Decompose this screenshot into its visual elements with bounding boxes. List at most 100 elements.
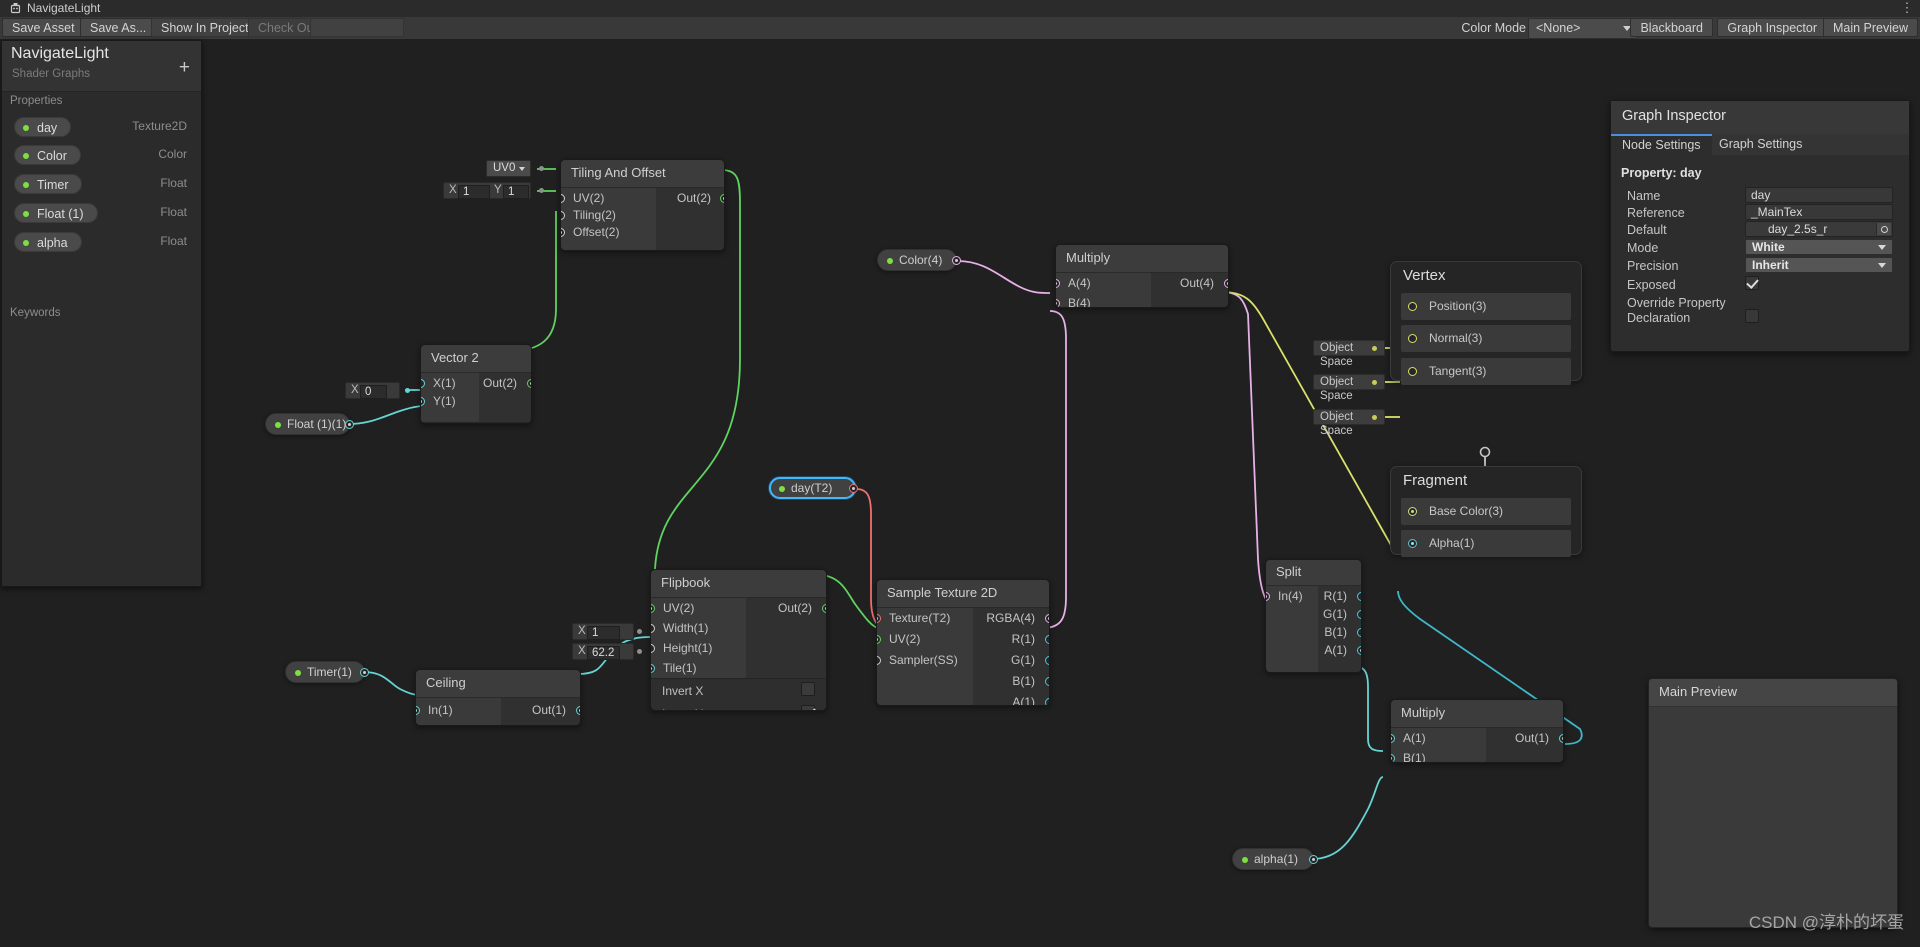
- reference-input[interactable]: _MainTex: [1745, 204, 1893, 220]
- flipbook-width-field[interactable]: 1: [587, 625, 620, 640]
- node-property-timer[interactable]: Timer(1): [285, 661, 369, 683]
- port-out-g[interactable]: [1357, 610, 1361, 619]
- space-dropdown-position[interactable]: Object Space: [1313, 340, 1385, 368]
- node-body: A(4) B(4) Out(4): [1056, 273, 1228, 307]
- graph-inspector-panel[interactable]: Graph Inspector Node Settings Graph Sett…: [1610, 100, 1910, 352]
- color-mode-dropdown[interactable]: <None>: [1528, 18, 1638, 39]
- space-dropdown-normal[interactable]: Object Space: [1313, 374, 1385, 402]
- name-input[interactable]: day: [1745, 187, 1893, 203]
- port-out-r[interactable]: [1045, 635, 1049, 644]
- node-fragment-context[interactable]: Fragment Base Color(3) Alpha(1): [1390, 466, 1582, 557]
- add-property-button[interactable]: +: [179, 58, 190, 77]
- tab-node-settings[interactable]: Node Settings: [1611, 134, 1712, 155]
- port-out-g[interactable]: [1045, 656, 1049, 665]
- property-pill-alpha[interactable]: alpha: [14, 232, 82, 252]
- block-node-position[interactable]: Position(3): [1401, 293, 1571, 320]
- node-multiply-alpha[interactable]: Multiply A(1) B(1) Out(1): [1390, 699, 1564, 763]
- port-out-r[interactable]: [1357, 592, 1361, 601]
- port-out-color[interactable]: [952, 256, 961, 265]
- block-node-base-color[interactable]: Base Color(3): [1401, 498, 1571, 525]
- blackboard-row-float1[interactable]: Float (1) Float: [2, 203, 201, 226]
- default-texture-object-field[interactable]: day_2.5s_r: [1745, 221, 1893, 237]
- port-out-out[interactable]: [1224, 279, 1228, 288]
- save-as-button[interactable]: Save As...: [80, 18, 157, 37]
- blackboard-row-alpha[interactable]: alpha Float: [2, 232, 201, 255]
- port-out-out[interactable]: [576, 706, 580, 715]
- port-out-a[interactable]: [1357, 646, 1361, 655]
- blackboard-row-timer[interactable]: Timer Float: [2, 174, 201, 197]
- port-out-b[interactable]: [1045, 677, 1049, 686]
- port-out-out[interactable]: [527, 379, 531, 388]
- node-flipbook[interactable]: Flipbook UV(2) Width(1) Height(1) Tile(1…: [650, 569, 827, 711]
- blackboard-row-day[interactable]: day Texture2D: [2, 117, 201, 140]
- port-out-float1[interactable]: [345, 420, 354, 429]
- space-dropdown-tangent[interactable]: Object Space: [1313, 409, 1385, 437]
- node-split[interactable]: Split In(4) R(1) G(1) B(1) A(1): [1265, 559, 1362, 673]
- tiling-vector-widget[interactable]: X 1 Y 1: [443, 182, 531, 199]
- override-property-declaration-checkbox[interactable]: [1745, 309, 1759, 323]
- port-in-base-color[interactable]: [1408, 507, 1417, 516]
- node-vector2[interactable]: Vector 2 X(1) Y(1) Out(2): [420, 344, 532, 424]
- tab-graph-settings[interactable]: Graph Settings: [1708, 134, 1813, 155]
- blackboard-panel[interactable]: NavigateLight Shader Graphs + Properties…: [1, 40, 202, 587]
- node-title-bar: Multiply: [1391, 700, 1563, 728]
- port-out-day[interactable]: [849, 484, 858, 493]
- tiling-y-field[interactable]: 1: [503, 184, 529, 199]
- blackboard-row-color[interactable]: Color Color: [2, 145, 201, 168]
- node-property-alpha[interactable]: alpha(1): [1232, 848, 1318, 870]
- uv-channel-dropdown[interactable]: UV0: [486, 160, 531, 177]
- exposed-checkbox[interactable]: [1745, 276, 1759, 290]
- node-ceiling[interactable]: Ceiling In(1) Out(1): [415, 669, 581, 726]
- node-property-float1[interactable]: Float (1)(1): [265, 413, 354, 435]
- property-pill-float1[interactable]: Float (1): [14, 203, 98, 223]
- port-out-b[interactable]: [1357, 628, 1361, 637]
- main-preview-toggle-button[interactable]: Main Preview: [1822, 18, 1918, 37]
- port-out-rgba[interactable]: [1045, 614, 1049, 623]
- graph-inspector-toggle-button[interactable]: Graph Inspector: [1717, 18, 1827, 37]
- flipbook-height-field[interactable]: 62.2: [587, 645, 620, 660]
- blackboard-toggle-button[interactable]: Blackboard: [1630, 18, 1713, 37]
- precision-dropdown[interactable]: Inherit: [1745, 257, 1893, 273]
- node-property-day[interactable]: day(T2): [769, 477, 858, 499]
- node-multiply-color[interactable]: Multiply A(4) B(4) Out(4): [1055, 244, 1229, 308]
- port-out-out[interactable]: [822, 604, 826, 613]
- property-pill-day[interactable]: day: [14, 117, 72, 137]
- flipbook-width-widget[interactable]: X 1: [572, 623, 634, 640]
- mode-dropdown[interactable]: White: [1745, 239, 1893, 255]
- property-dot: [23, 240, 29, 246]
- port-in-position[interactable]: [1408, 302, 1417, 311]
- node-sample-texture-2d[interactable]: Sample Texture 2D Texture(T2) UV(2) Samp…: [876, 579, 1050, 706]
- tiling-x-field[interactable]: 1: [458, 184, 490, 199]
- vector2-x-widget[interactable]: X 0: [345, 382, 400, 399]
- port-in-tangent[interactable]: [1408, 367, 1417, 376]
- save-asset-button[interactable]: Save Asset: [2, 18, 85, 37]
- vector2-x-field[interactable]: 0: [360, 384, 387, 399]
- port-out-a[interactable]: [1045, 698, 1049, 705]
- option-checkbox-invert-y[interactable]: [801, 705, 815, 710]
- inspector-title: Graph Inspector: [1622, 108, 1726, 124]
- tiling-x-axis-label: X: [449, 184, 457, 196]
- port-in-normal[interactable]: [1408, 334, 1417, 343]
- option-checkbox-invert-x[interactable]: [801, 682, 815, 696]
- node-property-color[interactable]: Color(4): [877, 249, 961, 271]
- toolbar-spacer: [310, 18, 404, 37]
- object-picker-icon[interactable]: [1876, 223, 1891, 235]
- property-pill-timer[interactable]: Timer: [14, 174, 83, 194]
- block-node-normal[interactable]: Normal(3): [1401, 325, 1571, 352]
- port-out-out[interactable]: [720, 194, 724, 203]
- property-pill-color[interactable]: Color: [14, 145, 81, 165]
- port-in-alpha[interactable]: [1408, 539, 1417, 548]
- show-in-project-button[interactable]: Show In Project: [151, 18, 259, 37]
- port-out-timer[interactable]: [360, 668, 369, 677]
- port-out-out[interactable]: [1559, 734, 1563, 743]
- window-menu-button[interactable]: ⋮: [1900, 0, 1914, 17]
- port-label-uv: UV(2): [889, 632, 921, 646]
- block-node-alpha[interactable]: Alpha(1): [1401, 530, 1571, 557]
- port-out-alpha[interactable]: [1309, 855, 1318, 864]
- flipbook-height-widget[interactable]: X 62.2: [572, 643, 634, 660]
- node-vertex-context[interactable]: Vertex Position(3) Normal(3) Tangent(3): [1390, 261, 1582, 385]
- node-tiling-and-offset[interactable]: Tiling And Offset UV(2) Tiling(2) Offset…: [560, 159, 725, 251]
- main-preview-panel[interactable]: Main Preview: [1648, 678, 1898, 928]
- chevron-down-icon: [1878, 245, 1886, 250]
- block-node-tangent[interactable]: Tangent(3): [1401, 358, 1571, 385]
